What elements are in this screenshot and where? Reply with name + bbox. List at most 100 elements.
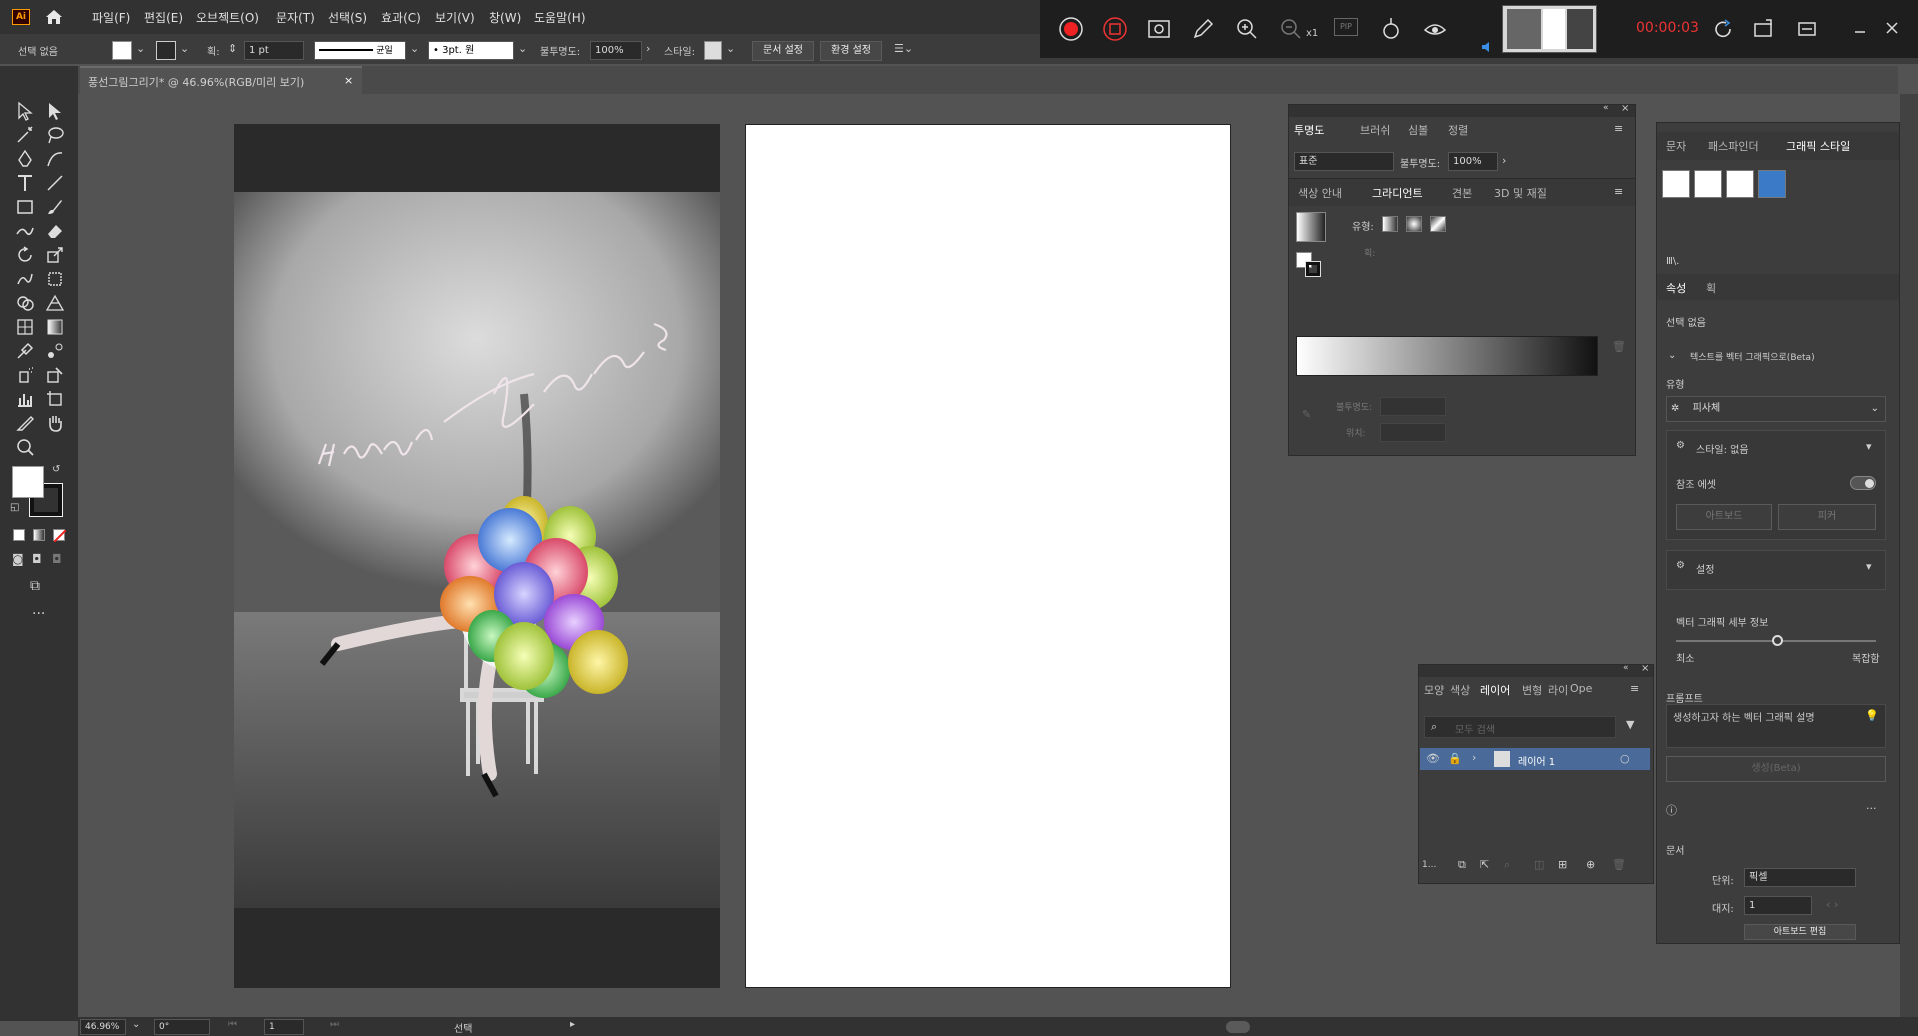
layer-lock-icon[interactable]: 🔒 (1448, 752, 1462, 765)
draw-mode-icon[interactable]: ◙ (12, 552, 24, 566)
mouse-effect-icon[interactable] (1378, 16, 1404, 42)
panel-menu-icon[interactable]: ≡ (1614, 122, 1623, 135)
filter-icon[interactable]: ▼ (1626, 718, 1634, 731)
draw-behind-icon[interactable]: ◘ (32, 552, 42, 566)
pip-button[interactable]: PIP (1334, 18, 1358, 36)
collapse-panel-icon[interactable]: « (1603, 103, 1609, 113)
status-arrow-icon[interactable]: ▸ (570, 1019, 575, 1030)
direct-selection-tool-icon[interactable] (44, 100, 66, 122)
gradient-opacity-field[interactable] (1380, 397, 1446, 416)
stroke-weight-field[interactable]: 1 pt (244, 41, 304, 60)
graphic-style-default[interactable] (1662, 170, 1690, 198)
speaker-icon[interactable] (1480, 40, 1496, 54)
style-dropdown-chevron-icon[interactable]: ▾ (1866, 440, 1872, 453)
pen-tool-icon[interactable] (14, 148, 36, 170)
stroke-profile-select[interactable]: 균일 (314, 41, 406, 60)
symbol-sprayer-tool-icon[interactable] (14, 364, 36, 386)
graphic-styles-library-icon[interactable]: Ⅲ\. (1666, 256, 1679, 267)
gradient-preview[interactable] (1296, 212, 1326, 242)
layer-target-icon[interactable]: ○ (1620, 752, 1630, 765)
document-tab[interactable]: 풍선그림그리기* @ 46.96%(RGB/미리 보기) × (80, 66, 362, 94)
none-mode-icon[interactable] (53, 529, 67, 543)
tab-symbols[interactable]: 심볼 (1408, 122, 1428, 138)
graphic-style-4[interactable] (1758, 170, 1786, 198)
tab-gradient[interactable]: 그라디언트 (1372, 185, 1423, 201)
scale-tool-icon[interactable] (44, 244, 66, 266)
draw-inside-icon[interactable]: ◘ (52, 552, 62, 566)
gradient-tool-icon[interactable] (44, 316, 66, 338)
tab-libraries[interactable]: 라이 (1548, 682, 1568, 698)
artboard-blank[interactable] (745, 124, 1231, 988)
artboard-nav-field[interactable]: 1 (264, 1019, 304, 1035)
make-clip-mask-icon[interactable]: ◫ (1534, 858, 1544, 871)
tab-stroke[interactable]: 획 (1706, 280, 1716, 296)
vector-type-select[interactable]: ✲ 피사체 ⌄ (1666, 396, 1886, 422)
default-colors-icon[interactable]: ◱ (10, 502, 19, 513)
zoom-in-icon[interactable] (1234, 16, 1260, 42)
info-icon[interactable]: ⓘ (1666, 802, 1677, 818)
menu-window[interactable]: 창(W) (489, 9, 521, 26)
style-dropdown-icon[interactable]: ⌄ (726, 42, 735, 55)
stroke-stepper-icon[interactable]: ⇕ (228, 42, 237, 55)
artboard-photo[interactable] (234, 124, 720, 988)
column-graph-tool-icon[interactable] (14, 388, 36, 410)
radial-gradient-icon[interactable] (1406, 216, 1422, 232)
mesh-tool-icon[interactable] (14, 316, 36, 338)
blend-tool-icon[interactable] (44, 340, 66, 362)
gradient-stroke-swatch[interactable] (1305, 261, 1321, 277)
delete-layer-icon[interactable]: 🗑 (1612, 858, 1626, 871)
units-select[interactable]: 픽셀 (1744, 868, 1856, 887)
tab-opentype[interactable]: Ope (1570, 682, 1592, 695)
freeform-gradient-icon[interactable] (1430, 216, 1446, 232)
menu-file[interactable]: 파일(F) (92, 9, 130, 26)
layer-visibility-eye-icon[interactable]: 👁 (1426, 752, 1440, 765)
stroke-dropdown-icon[interactable]: ⌄ (180, 42, 189, 55)
gradient-mode-icon[interactable] (33, 529, 45, 541)
artboard-select[interactable]: 1 (1744, 896, 1812, 915)
zoom-tool-icon[interactable] (14, 436, 36, 458)
capture-area-icon[interactable] (1752, 18, 1774, 40)
opacity-field[interactable]: 100% (590, 41, 642, 60)
stroke-swatch[interactable] (156, 41, 176, 60)
eraser-tool-icon[interactable] (44, 220, 66, 242)
rotation-field[interactable]: 0° (154, 1019, 210, 1035)
tab-color-guide[interactable]: 색상 안내 (1298, 185, 1342, 201)
menu-help[interactable]: 도움말(H) (534, 9, 586, 26)
vertical-scrollbar[interactable] (1900, 94, 1918, 1017)
menu-view[interactable]: 보기(V) (435, 9, 475, 26)
tab-pathfinder[interactable]: 패스파인더 (1708, 138, 1759, 154)
tab-character[interactable]: 문자 (1666, 138, 1686, 154)
layer-row[interactable]: 👁 🔒 › 레이어 1 ○ (1420, 748, 1650, 770)
perspective-grid-tool-icon[interactable] (44, 292, 66, 314)
profile-dropdown-icon[interactable]: ⌄ (410, 42, 419, 55)
record-icon[interactable] (1058, 16, 1084, 42)
selection-tool-icon[interactable] (14, 100, 36, 122)
menu-type[interactable]: 문자(T) (276, 9, 315, 26)
tab-transparency[interactable]: 투명도 (1294, 122, 1324, 138)
eyedropper-tool-icon[interactable] (14, 340, 36, 362)
horizontal-scroll-thumb[interactable] (1226, 1021, 1250, 1033)
hand-tool-icon[interactable] (44, 412, 66, 434)
locate-object-icon[interactable]: ⌕ (1504, 858, 1510, 872)
tab-color[interactable]: 색상 (1450, 682, 1470, 698)
settings-label[interactable]: 설정 (1696, 561, 1714, 576)
menu-object[interactable]: 오브젝트(O) (196, 9, 259, 26)
brush-dropdown-icon[interactable]: ⌄ (518, 42, 527, 55)
magic-wand-tool-icon[interactable] (14, 124, 36, 146)
export-icon[interactable]: ⇱ (1480, 858, 1489, 871)
first-artboard-icon[interactable]: ⏮ (228, 1019, 237, 1030)
rectangle-tool-icon[interactable] (14, 196, 36, 218)
live-paint-tool-icon[interactable] (44, 364, 66, 386)
shape-builder-tool-icon[interactable] (14, 292, 36, 314)
artboard-reference-button[interactable]: 아트보드 (1676, 504, 1772, 530)
color-mode-icon[interactable] (13, 529, 25, 541)
layers-menu-icon[interactable]: ≡ (1630, 682, 1639, 695)
zoom-dropdown-icon[interactable]: ⌄ (132, 1019, 140, 1030)
last-artboard-icon[interactable]: ⏭ (330, 1019, 339, 1030)
vector-style-label[interactable]: 스타일: 없음 (1696, 441, 1749, 456)
reference-asset-toggle[interactable] (1850, 476, 1876, 490)
shaper-tool-icon[interactable] (14, 220, 36, 242)
screenshot-icon[interactable] (1146, 16, 1172, 42)
gradient-panel-menu-icon[interactable]: ≡ (1614, 185, 1623, 198)
tab-properties[interactable]: 속성 (1666, 280, 1686, 296)
